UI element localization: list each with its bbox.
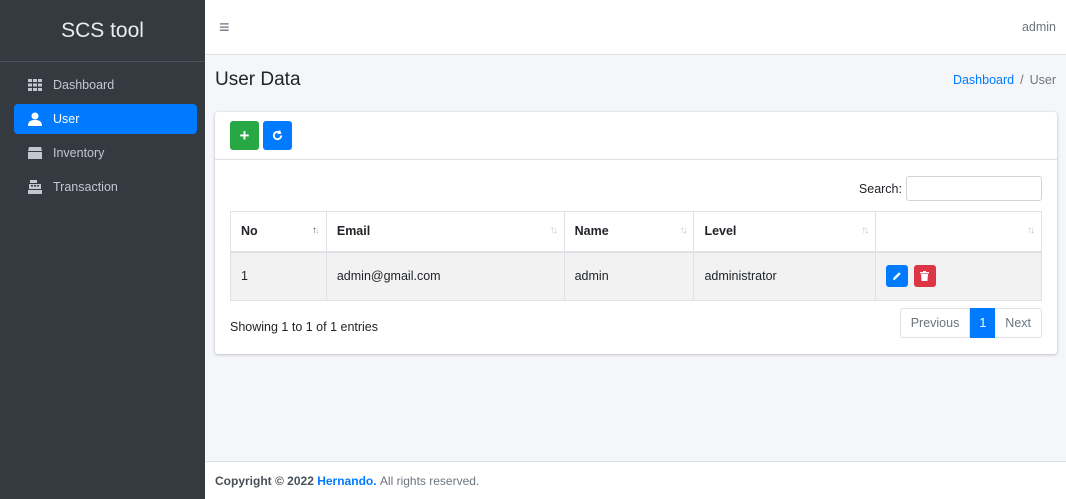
column-header-name[interactable]: Name ↑↓ bbox=[563, 211, 695, 253]
pagination-previous-button[interactable]: Previous bbox=[899, 308, 971, 338]
footer-author-link[interactable]: Hernando. bbox=[317, 474, 376, 488]
user-table: No ↑↓ Email ↑↓ Name ↑↓ Level ↑↓ ↑↓ 1 adm… bbox=[230, 211, 1042, 301]
sort-asc-icon: ↑↓ bbox=[311, 225, 320, 236]
grid-icon bbox=[27, 78, 43, 92]
cell-no: 1 bbox=[230, 251, 327, 301]
sidebar-item-inventory[interactable]: Inventory bbox=[14, 138, 197, 168]
pagination-page-button[interactable]: 1 bbox=[970, 308, 996, 338]
brand-logo[interactable]: SCS tool bbox=[0, 0, 205, 62]
footer-copyright: Copyright © 2022 bbox=[215, 473, 314, 488]
cell-level: administrator bbox=[693, 251, 877, 301]
edit-button[interactable] bbox=[886, 265, 909, 288]
top-navbar: ≡ admin bbox=[205, 0, 1066, 55]
sidebar: SCS tool Dashboard User Inventory Transa… bbox=[0, 0, 205, 499]
breadcrumb-current: User bbox=[1029, 73, 1056, 87]
sort-icon: ↑↓ bbox=[1027, 225, 1035, 236]
add-user-button[interactable]: + bbox=[230, 121, 259, 150]
column-header-no[interactable]: No ↑↓ bbox=[230, 211, 327, 253]
user-data-card: + Search: No ↑↓ Email ↑↓ Name ↑↓ Level ↑… bbox=[215, 112, 1057, 354]
sidebar-item-dashboard[interactable]: Dashboard bbox=[14, 70, 197, 100]
table-row: 1 admin@gmail.com admin administrator bbox=[230, 251, 1042, 301]
sort-icon: ↑↓ bbox=[679, 225, 687, 236]
search-label: Search: bbox=[858, 181, 902, 196]
hamburger-menu-icon[interactable]: ≡ bbox=[219, 18, 230, 36]
sidebar-nav: Dashboard User Inventory Transaction bbox=[0, 62, 205, 202]
breadcrumb-link-dashboard[interactable]: Dashboard bbox=[953, 73, 1014, 87]
trash-icon bbox=[920, 271, 930, 282]
user-icon bbox=[27, 112, 43, 126]
box-icon bbox=[27, 146, 43, 160]
pagination-next-button[interactable]: Next bbox=[995, 308, 1042, 338]
sidebar-item-label: User bbox=[53, 112, 80, 126]
pencil-icon bbox=[893, 272, 901, 281]
sidebar-item-transaction[interactable]: Transaction bbox=[14, 172, 197, 202]
content-header: User Data Dashboard / User bbox=[205, 55, 1066, 105]
card-toolbar: + bbox=[215, 112, 1057, 160]
plus-icon: + bbox=[239, 125, 250, 145]
table-info: Showing 1 to 1 of 1 entries bbox=[230, 320, 379, 334]
search-input[interactable] bbox=[906, 176, 1042, 201]
refresh-icon bbox=[272, 130, 283, 141]
column-header-email[interactable]: Email ↑↓ bbox=[325, 211, 565, 253]
column-header-level[interactable]: Level ↑↓ bbox=[693, 211, 877, 253]
sort-icon: ↑↓ bbox=[549, 225, 558, 236]
sort-icon: ↑↓ bbox=[861, 225, 869, 236]
column-header-actions[interactable]: ↑↓ bbox=[875, 211, 1042, 253]
cash-register-icon bbox=[27, 180, 43, 194]
user-menu[interactable]: admin bbox=[1022, 20, 1056, 34]
sidebar-item-label: Inventory bbox=[53, 146, 105, 160]
refresh-button[interactable] bbox=[263, 121, 292, 150]
content-area: User Data Dashboard / User + Search: No ↑↓ bbox=[205, 55, 1066, 461]
sidebar-item-label: Transaction bbox=[53, 180, 118, 194]
cell-actions bbox=[875, 251, 1042, 301]
pagination: Previous 1 Next bbox=[899, 308, 1042, 338]
cell-email: admin@gmail.com bbox=[325, 251, 565, 301]
breadcrumb: Dashboard / User bbox=[953, 73, 1056, 87]
footer: Copyright © 2022 Hernando. All rights re… bbox=[205, 461, 1066, 499]
table-header-row: No ↑↓ Email ↑↓ Name ↑↓ Level ↑↓ ↑↓ bbox=[230, 211, 1042, 253]
sidebar-item-user[interactable]: User bbox=[14, 104, 197, 134]
search-row: Search: bbox=[859, 176, 1042, 201]
page-title: User Data bbox=[215, 69, 301, 90]
breadcrumb-separator: / bbox=[1020, 73, 1024, 87]
delete-button[interactable] bbox=[913, 265, 936, 288]
footer-rights: All rights reserved. bbox=[379, 473, 480, 488]
cell-name: admin bbox=[563, 251, 695, 301]
sidebar-item-label: Dashboard bbox=[53, 78, 115, 92]
